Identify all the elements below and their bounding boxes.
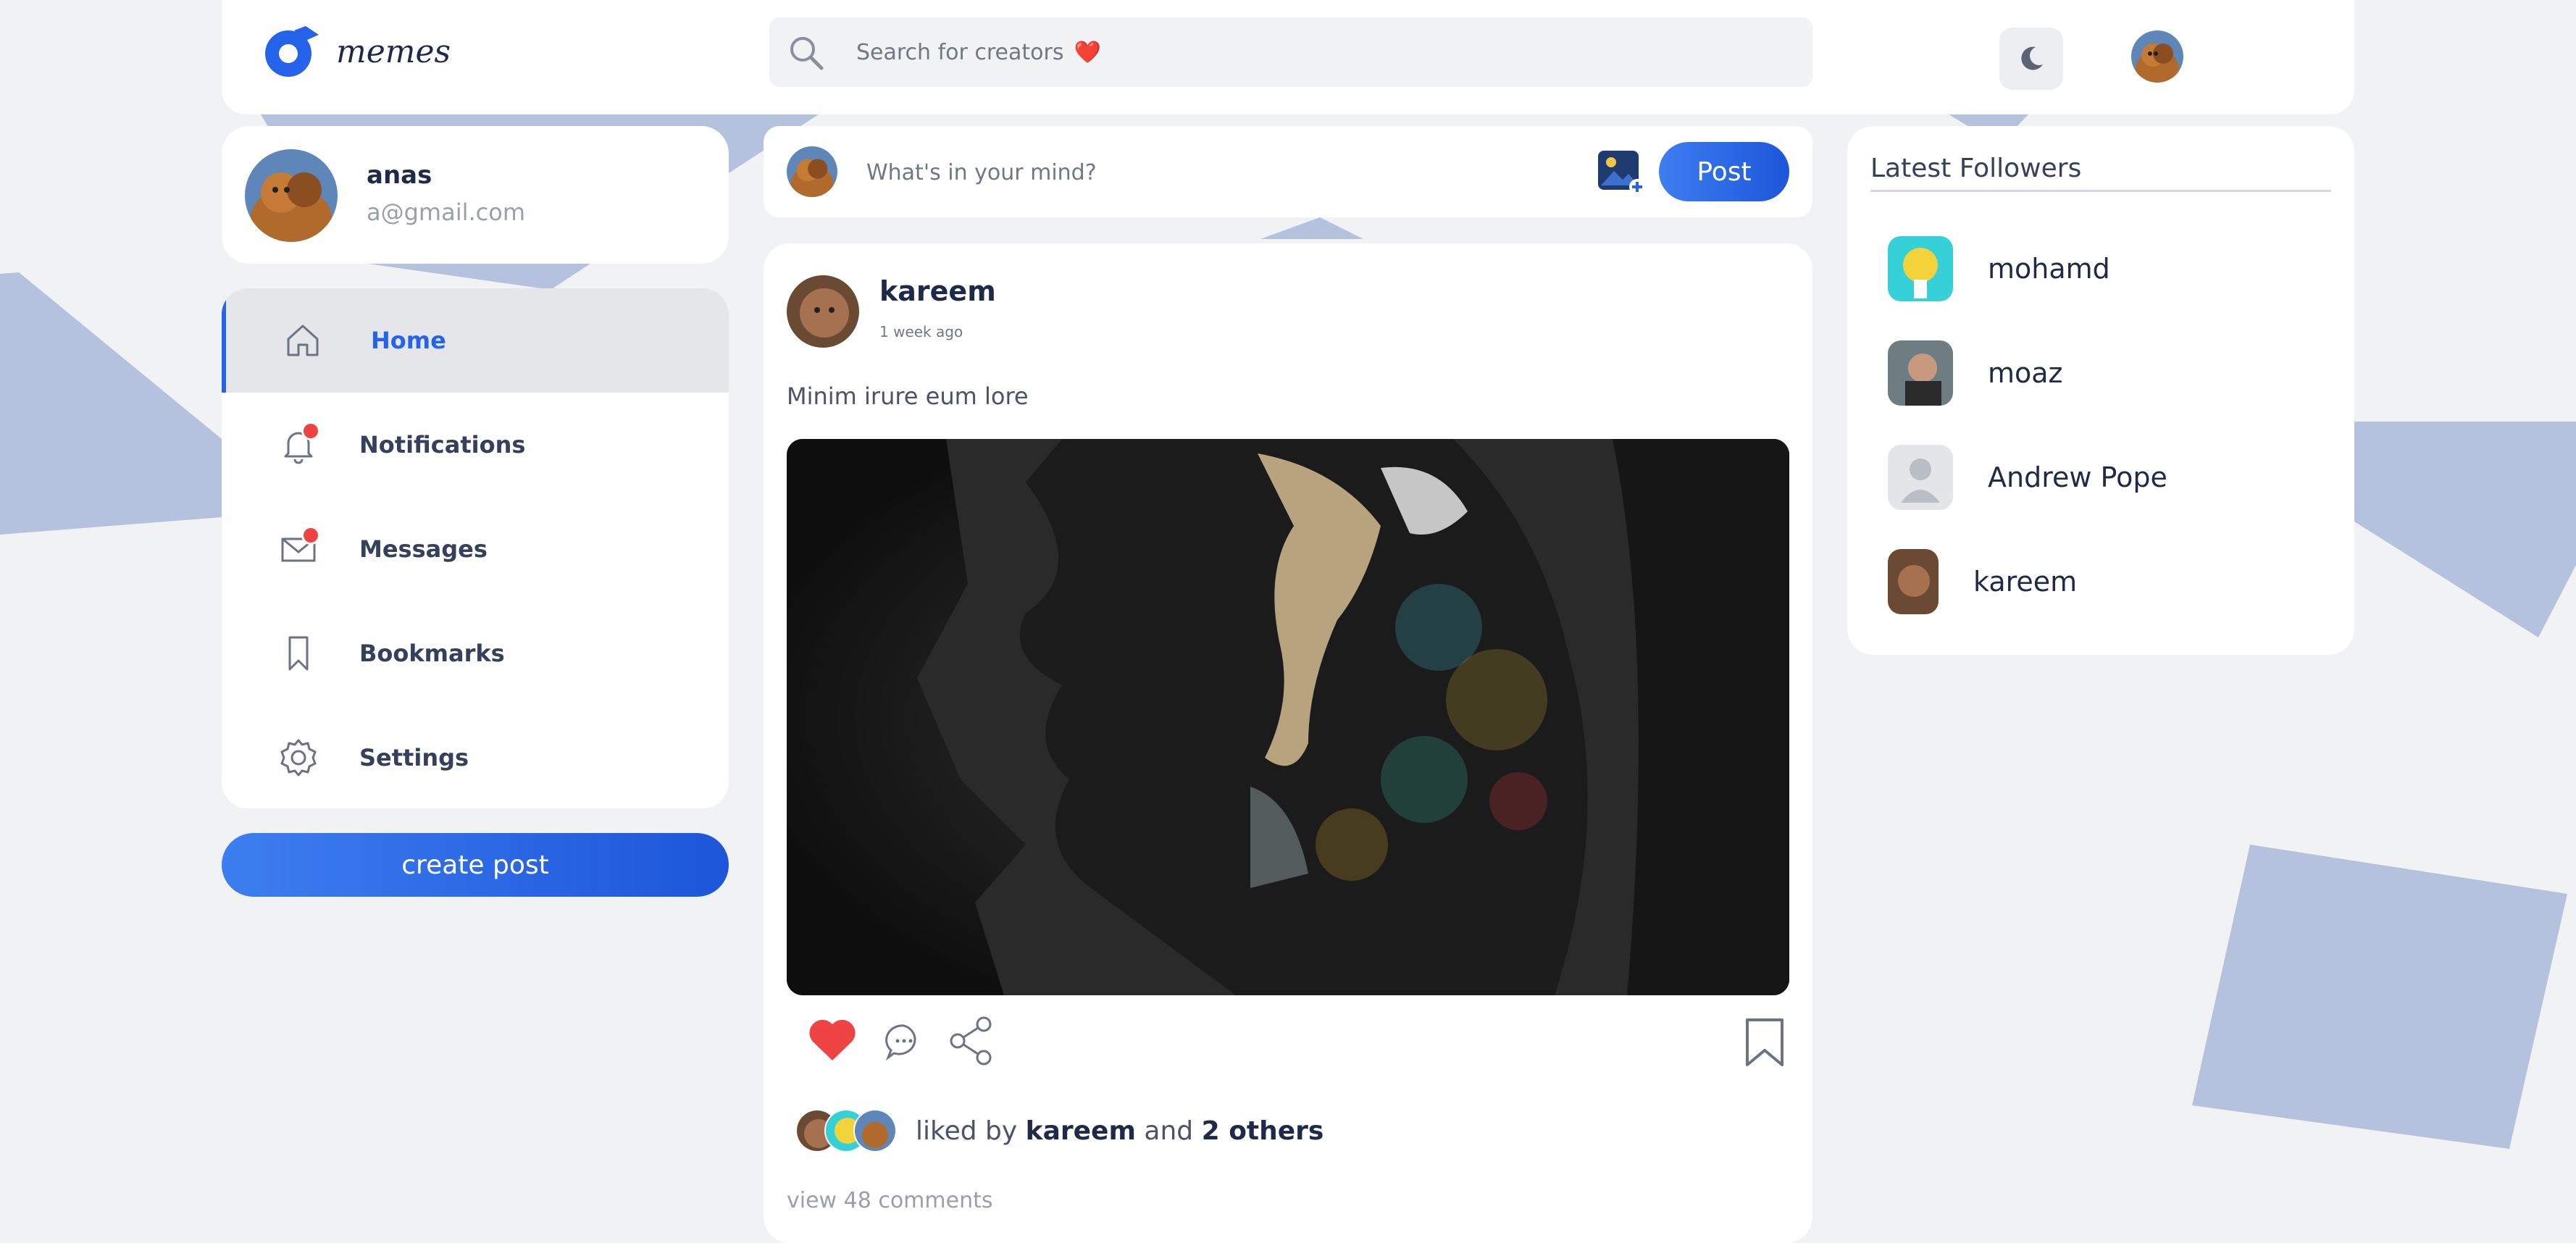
cat-avatar-image	[787, 146, 837, 197]
likes-row[interactable]: liked by kareem and 2 others	[795, 1105, 1323, 1156]
post-card: kareem 1 week ago Minim irure eum lore l…	[764, 243, 1812, 1243]
follower-item[interactable]: kareem	[1888, 542, 2322, 622]
post-author-name[interactable]: kareem	[879, 275, 996, 307]
profile-name: anas	[367, 161, 432, 190]
app-logo[interactable]: memes	[262, 25, 451, 78]
liker-avatar	[853, 1109, 897, 1152]
view-comments-link[interactable]: view 48 comments	[787, 1188, 993, 1213]
sidebar-item-home[interactable]: Home	[222, 288, 729, 393]
search-emoji: ❤️	[1074, 39, 1101, 65]
sidebar-item-label: Bookmarks	[359, 640, 505, 667]
followers-title: Latest Followers	[1870, 154, 2082, 183]
sidebar-item-notifications[interactable]: Notifications	[222, 393, 729, 497]
comment-icon[interactable]	[884, 1021, 924, 1062]
follower-item[interactable]: Andrew Pope	[1888, 438, 2322, 517]
like-heart-icon[interactable]	[807, 1017, 858, 1063]
share-icon[interactable]	[948, 1016, 995, 1066]
gear-icon	[280, 739, 317, 777]
logo-icon	[265, 26, 319, 77]
cat-avatar-image	[2131, 30, 2183, 83]
profile-email: a@gmail.com	[367, 198, 525, 226]
post-image[interactable]	[787, 439, 1789, 995]
likes-user-link[interactable]: kareem	[1026, 1116, 1136, 1146]
theme-toggle-button[interactable]	[1999, 28, 2063, 90]
search-icon	[790, 37, 824, 70]
follower-name: kareem	[1973, 566, 2078, 598]
follower-name: moaz	[1988, 357, 2063, 389]
child-avatar-image	[787, 275, 859, 348]
follower-name: Andrew Pope	[1988, 461, 2167, 493]
notification-badge	[301, 422, 320, 440]
sidebar-item-label: Messages	[359, 535, 488, 563]
bookmark-icon[interactable]	[1743, 1017, 1786, 1068]
follower-avatar	[1888, 445, 1953, 510]
bookmark-icon	[288, 636, 309, 671]
app-name: memes	[336, 33, 451, 70]
search-input[interactable]: Search for creators	[856, 40, 1063, 65]
profile-avatar[interactable]	[245, 149, 338, 242]
likes-summary: liked by kareem and 2 others	[916, 1116, 1324, 1146]
painted-face-photo	[787, 439, 1789, 995]
divider	[1870, 190, 2331, 192]
follower-item[interactable]: mohamd	[1888, 229, 2322, 309]
follower-item[interactable]: moaz	[1888, 333, 2322, 413]
composer-input[interactable]	[865, 151, 1517, 194]
top-bar: memes Search for creators ❤️	[222, 0, 2354, 114]
follower-avatar	[1888, 340, 1953, 406]
likers-avatars	[795, 1109, 911, 1152]
sidebar-item-label: Home	[371, 327, 446, 354]
home-icon	[287, 325, 319, 356]
create-post-button[interactable]: create post	[222, 833, 729, 897]
likes-others-link[interactable]: 2 others	[1202, 1116, 1324, 1146]
post-composer: Post	[764, 126, 1812, 217]
message-badge	[301, 526, 320, 545]
follower-avatar	[1888, 236, 1953, 301]
cat-avatar-image	[245, 149, 338, 242]
follower-name: mohamd	[1988, 253, 2110, 285]
moon-icon	[2021, 46, 2043, 70]
sidebar-item-label: Notifications	[359, 431, 526, 459]
add-image-icon[interactable]	[1597, 148, 1646, 196]
sidebar-item-messages[interactable]: Messages	[222, 497, 729, 601]
sidebar-item-label: Settings	[359, 744, 469, 771]
post-author-avatar[interactable]	[787, 275, 859, 348]
post-text: Minim irure eum lore	[787, 382, 1029, 410]
latest-followers-panel: Latest Followers mohamd moaz Andrew Pope…	[1847, 126, 2354, 655]
post-timestamp: 1 week ago	[879, 323, 963, 340]
sidebar-item-settings[interactable]: Settings	[222, 706, 729, 808]
sidebar-nav: Home Notifications Messages Bookmarks Se…	[222, 288, 729, 808]
user-avatar[interactable]	[2131, 30, 2183, 83]
post-button[interactable]: Post	[1659, 142, 1789, 201]
search-bar[interactable]: Search for creators ❤️	[769, 17, 1812, 87]
composer-avatar	[787, 146, 837, 197]
profile-card[interactable]: anas a@gmail.com	[222, 126, 729, 264]
follower-avatar	[1888, 549, 1939, 614]
sidebar-item-bookmarks[interactable]: Bookmarks	[222, 601, 729, 706]
